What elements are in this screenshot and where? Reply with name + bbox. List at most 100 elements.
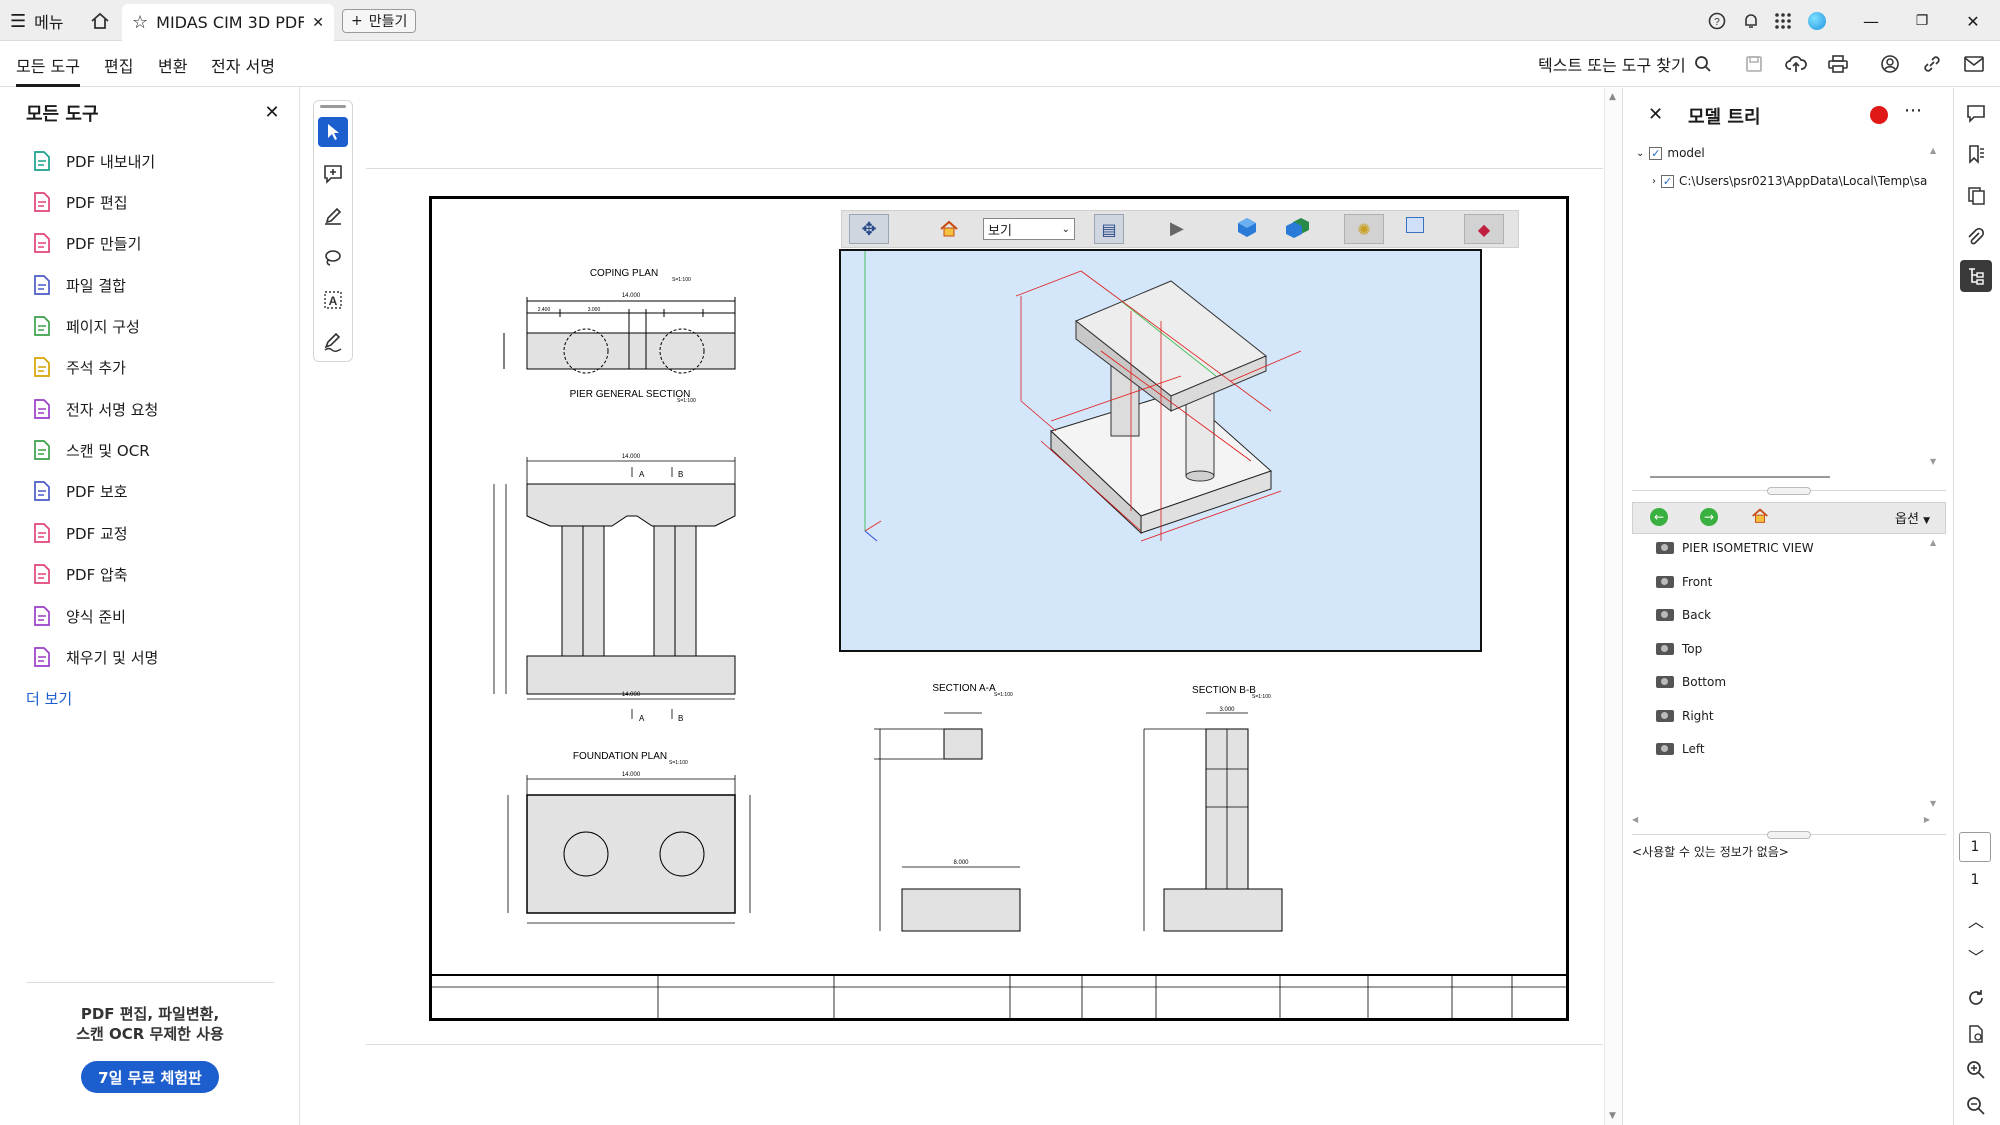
close-window-button[interactable]: ✕	[1960, 8, 1986, 34]
view-item[interactable]: PIER ISOMETRIC VIEW	[1656, 538, 1814, 558]
home-button[interactable]	[86, 7, 114, 35]
play-animation-button[interactable]: ▶	[1170, 218, 1184, 239]
more-tools-link[interactable]: 더 보기	[26, 688, 72, 709]
close-panel-icon[interactable]: ✕	[262, 103, 282, 123]
scroll-up-arrow[interactable]: ▲	[1609, 92, 1616, 102]
menu-all-tools[interactable]: 모든 도구	[16, 53, 80, 87]
view-dropdown[interactable]: 보기 ⌄	[983, 218, 1075, 240]
tool-item-comment[interactable]: 주석 추가	[32, 352, 126, 382]
menu-edit[interactable]: 편집	[104, 53, 133, 87]
3d-navigate-button[interactable]: ✥	[849, 214, 889, 244]
views-hscrollbar[interactable]: ◀ ▶	[1632, 812, 1930, 826]
scroll-down-arrow[interactable]: ▼	[1609, 1111, 1616, 1121]
tree-node-file[interactable]: › ✓ C:\Users\psr0213\AppData\Local\Temp\…	[1652, 174, 1928, 188]
new-tab-button[interactable]: + 만들기	[342, 9, 417, 33]
upload-button[interactable]	[1782, 50, 1810, 78]
notification-button[interactable]	[1738, 8, 1764, 34]
views-scrollbar[interactable]: ▲ ▼	[1930, 538, 1942, 808]
email-button[interactable]	[1960, 50, 1988, 78]
tool-item-protect-pdf[interactable]: PDF 보호	[32, 476, 128, 506]
file-checkbox[interactable]: ✓	[1661, 174, 1674, 188]
tree-scroll-up[interactable]: ▲	[1930, 146, 1942, 155]
views-scroll-down[interactable]: ▼	[1930, 799, 1936, 808]
page-fit-button[interactable]	[1960, 1018, 1992, 1050]
tool-item-combine-files[interactable]: 파일 결합	[32, 270, 126, 300]
find-tools-search[interactable]: 텍스트 또는 도구 찾기	[1538, 52, 1712, 76]
highlight-tool-button[interactable]	[318, 201, 348, 231]
background-color-button[interactable]	[1406, 217, 1424, 233]
next-page-button[interactable]: ﹀	[1960, 940, 1992, 972]
model-checkbox[interactable]: ✓	[1649, 146, 1663, 160]
splitter-lower[interactable]	[1632, 831, 1946, 840]
previous-view-button[interactable]: ←	[1650, 508, 1668, 526]
views-scroll-left[interactable]: ◀	[1632, 815, 1638, 824]
view-item[interactable]: Left	[1656, 739, 1705, 759]
close-model-tree-icon[interactable]: ✕	[1648, 104, 1663, 125]
lighting-button[interactable]: ✺	[1344, 214, 1384, 244]
close-tab-icon[interactable]: ✕	[312, 15, 324, 31]
rotate-button[interactable]	[1960, 982, 1992, 1014]
current-page-input[interactable]: 1	[1959, 832, 1991, 862]
draw-tool-button[interactable]	[318, 243, 348, 273]
tool-item-request-esign[interactable]: 전자 서명 요청	[32, 394, 158, 424]
add-comment-tool-button[interactable]	[318, 159, 348, 189]
tree-scrollbar[interactable]: ▲ ▼	[1930, 146, 1942, 466]
next-view-button[interactable]: →	[1700, 508, 1718, 526]
share-user-button[interactable]	[1876, 50, 1904, 78]
pages-rail-button[interactable]	[1960, 180, 1992, 212]
menu-e-sign[interactable]: 전자 서명	[211, 53, 275, 87]
views-scroll-up[interactable]: ▲	[1930, 538, 1942, 547]
3d-home-button[interactable]	[938, 218, 960, 244]
cross-section-button[interactable]: ◆	[1464, 214, 1504, 244]
tree-scroll-down[interactable]: ▼	[1930, 457, 1936, 466]
view-item[interactable]: Bottom	[1656, 672, 1726, 692]
select-tool-button[interactable]	[318, 117, 348, 147]
previous-page-button[interactable]: ︿	[1960, 904, 1992, 936]
view-item[interactable]: Top	[1656, 639, 1702, 659]
tree-hscroll-thumb[interactable]	[1650, 476, 1830, 478]
tool-item-export-pdf[interactable]: PDF 내보내기	[32, 146, 155, 176]
view-item[interactable]: Front	[1656, 572, 1712, 592]
text-select-tool-button[interactable]: A	[318, 285, 348, 315]
zoom-in-button[interactable]	[1960, 1054, 1992, 1086]
model-tree-toggle-button[interactable]: ▤	[1094, 214, 1124, 244]
maximize-button[interactable]: ❐	[1909, 8, 1935, 34]
tool-item-compress-pdf[interactable]: PDF 압축	[32, 559, 128, 589]
apps-button[interactable]	[1770, 8, 1796, 34]
save-button[interactable]	[1740, 50, 1768, 78]
tree-node-model[interactable]: ⌄ ✓ model	[1636, 146, 1705, 160]
default-view-button[interactable]	[1750, 506, 1770, 530]
copy-link-button[interactable]	[1918, 50, 1946, 78]
tool-item-fill-sign[interactable]: 채우기 및 서명	[32, 642, 158, 672]
view-options-dropdown[interactable]: 옵션 ▼	[1895, 508, 1930, 527]
account-button[interactable]	[1804, 8, 1830, 34]
tool-item-prepare-form[interactable]: 양식 준비	[32, 601, 126, 631]
document-tab[interactable]: ☆ MIDAS CIM 3D PDF ... ✕	[122, 4, 334, 41]
splitter[interactable]	[1632, 487, 1946, 496]
help-button[interactable]: ?	[1704, 8, 1730, 34]
menu-button[interactable]: ☰ 메뉴	[10, 8, 64, 34]
bookmarks-rail-button[interactable]	[1960, 138, 1992, 170]
view-item[interactable]: Right	[1656, 706, 1714, 726]
menu-convert[interactable]: 변환	[158, 53, 187, 87]
tool-item-redact-pdf[interactable]: PDF 교정	[32, 518, 128, 548]
strip-grip[interactable]	[320, 105, 346, 108]
expand-chevron-icon[interactable]: ⌄	[1636, 148, 1644, 159]
tool-item-create-pdf[interactable]: PDF 만들기	[32, 228, 141, 258]
attachments-rail-button[interactable]	[1960, 222, 1992, 254]
comments-rail-button[interactable]	[1960, 98, 1992, 130]
more-options-icon[interactable]: ⋯	[1904, 100, 1922, 121]
render-mode-button[interactable]	[1284, 216, 1310, 242]
views-scroll-right[interactable]: ▶	[1924, 815, 1930, 824]
collapse-chevron-icon[interactable]: ›	[1652, 176, 1656, 187]
print-button[interactable]	[1824, 50, 1852, 78]
model-tree-rail-button[interactable]	[1960, 260, 1992, 292]
record-indicator[interactable]	[1870, 106, 1888, 124]
view-item[interactable]: Back	[1656, 605, 1711, 625]
star-icon[interactable]: ☆	[132, 12, 148, 33]
minimize-button[interactable]: —	[1858, 8, 1884, 34]
3d-viewer-canvas[interactable]	[839, 249, 1482, 652]
document-scrollbar[interactable]: ▲ ▼	[1604, 88, 1622, 1125]
free-trial-button[interactable]: 7일 무료 체험판	[81, 1061, 219, 1093]
tool-item-organize-pages[interactable]: 페이지 구성	[32, 311, 140, 341]
